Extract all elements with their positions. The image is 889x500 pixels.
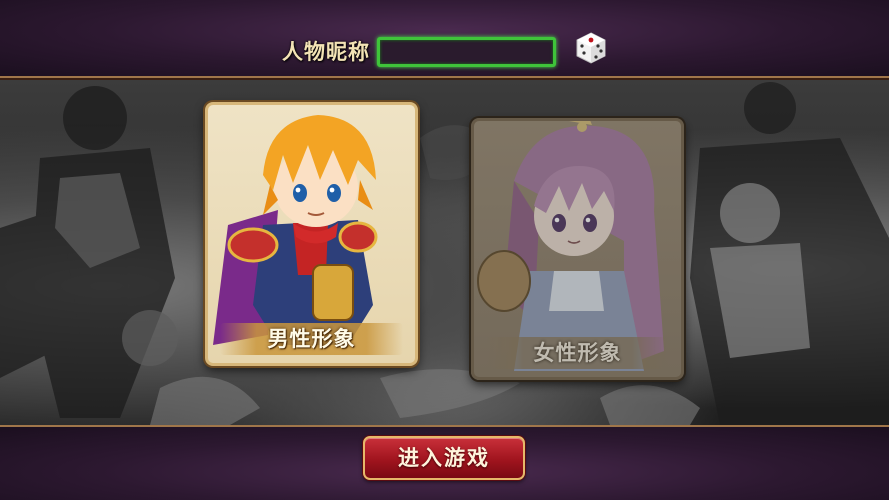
character-creation-screen: 人物昵称 男性形象 女性形象 进入游戏 xyxy=(0,0,889,500)
nickname-label: 人物昵称 xyxy=(282,40,370,64)
background-silhouettes xyxy=(0,82,889,425)
female-character-card[interactable]: 女性形象 xyxy=(471,118,684,380)
top-bar: 人物昵称 xyxy=(0,0,889,78)
female-card-label: 女性形象 xyxy=(486,337,669,369)
nickname-input[interactable] xyxy=(377,37,556,67)
enter-game-button[interactable]: 进入游戏 xyxy=(363,436,525,480)
male-card-label: 男性形象 xyxy=(220,323,403,355)
male-character-card[interactable]: 男性形象 xyxy=(205,102,418,366)
background-art xyxy=(0,78,889,425)
random-name-button[interactable] xyxy=(574,31,608,65)
dice-icon xyxy=(576,32,606,64)
